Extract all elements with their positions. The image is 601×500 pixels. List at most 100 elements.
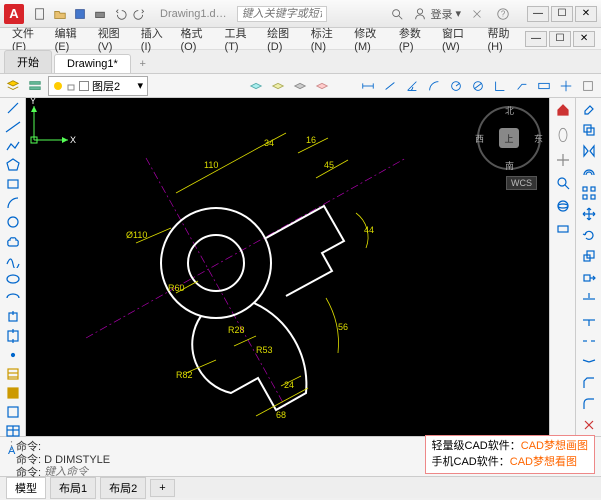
dim-linear-icon[interactable] <box>359 77 377 95</box>
rotate-icon[interactable] <box>579 226 599 244</box>
menu-insert[interactable]: 插入(I) <box>135 23 173 55</box>
tab-drawing1[interactable]: Drawing1* <box>54 54 131 73</box>
wcs-badge[interactable]: WCS <box>506 176 537 190</box>
erase-icon[interactable] <box>579 100 599 118</box>
dim-center-icon[interactable] <box>557 77 575 95</box>
layer-selector[interactable]: 图层2 ▾ <box>48 76 148 96</box>
show-motion-icon[interactable] <box>553 219 573 239</box>
copy-icon[interactable] <box>579 121 599 139</box>
move-icon[interactable] <box>579 205 599 223</box>
tab-layout2[interactable]: 布局2 <box>100 477 146 499</box>
dim-tolerance-icon[interactable] <box>535 77 553 95</box>
redo-icon[interactable] <box>131 5 149 23</box>
layer-lock-icon[interactable] <box>313 77 331 95</box>
full-nav-wheel-icon[interactable] <box>553 123 573 147</box>
tab-model[interactable]: 模型 <box>6 477 46 499</box>
menu-draw[interactable]: 绘图(D) <box>261 23 303 55</box>
array-icon[interactable] <box>579 184 599 202</box>
extend-icon[interactable] <box>579 311 599 329</box>
tab-layout1[interactable]: 布局1 <box>50 477 96 499</box>
dim-style-icon[interactable] <box>579 77 597 95</box>
fillet-icon[interactable] <box>579 395 599 413</box>
view-compass[interactable]: 北 南 东 西 上 <box>477 106 541 170</box>
trim-icon[interactable] <box>579 290 599 308</box>
gradient-tool-icon[interactable] <box>3 385 23 401</box>
arc-tool-icon[interactable] <box>3 195 23 211</box>
layer-manager-icon[interactable] <box>4 77 22 95</box>
exchange-icon[interactable] <box>468 5 486 23</box>
drawing-canvas[interactable]: 110 34 16 45 44 Ø110 R60 56 R53 R82 68 2… <box>26 98 549 436</box>
command-grip-icon[interactable]: ⋮ <box>6 439 16 452</box>
menu-format[interactable]: 格式(O) <box>174 23 216 55</box>
help-icon[interactable]: ? <box>494 5 512 23</box>
maximize-button[interactable]: ☐ <box>551 6 573 22</box>
search-icon[interactable] <box>388 5 406 23</box>
open-file-icon[interactable] <box>51 5 69 23</box>
pan-icon[interactable] <box>553 150 573 170</box>
menu-edit[interactable]: 编辑(E) <box>49 23 90 55</box>
child-maximize-button[interactable]: ☐ <box>549 31 571 47</box>
new-file-icon[interactable] <box>31 5 49 23</box>
compass-top[interactable]: 上 <box>499 128 519 148</box>
polyline-tool-icon[interactable] <box>3 138 23 154</box>
dim-arc-icon[interactable] <box>425 77 443 95</box>
make-block-icon[interactable] <box>3 328 23 344</box>
layer-iso-icon[interactable] <box>247 77 265 95</box>
offset-icon[interactable] <box>579 163 599 181</box>
tab-new-button[interactable]: + <box>133 55 153 73</box>
child-close-button[interactable]: ✕ <box>573 31 595 47</box>
insert-block-icon[interactable] <box>3 309 23 325</box>
dim-44: 44 <box>364 225 374 235</box>
break-icon[interactable] <box>579 332 599 350</box>
construction-line-icon[interactable] <box>3 119 23 135</box>
spline-tool-icon[interactable] <box>3 252 23 268</box>
layer-freeze-icon[interactable] <box>291 77 309 95</box>
menu-window[interactable]: 窗口(W) <box>436 23 480 55</box>
dim-ordinate-icon[interactable] <box>491 77 509 95</box>
login-button[interactable]: 登录 ▾ <box>413 6 461 22</box>
zoom-extents-icon[interactable] <box>553 173 573 193</box>
dim-leader-icon[interactable] <box>513 77 531 95</box>
close-button[interactable]: ✕ <box>575 6 597 22</box>
explode-icon[interactable] <box>579 416 599 434</box>
save-icon[interactable] <box>71 5 89 23</box>
menu-view[interactable]: 视图(V) <box>92 23 133 55</box>
menu-dimension[interactable]: 标注(N) <box>305 23 347 55</box>
print-icon[interactable] <box>91 5 109 23</box>
help-search-input[interactable] <box>237 6 327 22</box>
region-tool-icon[interactable] <box>3 404 23 420</box>
revision-cloud-icon[interactable] <box>3 233 23 249</box>
menu-tools[interactable]: 工具(T) <box>219 23 260 55</box>
layer-states-icon[interactable] <box>26 77 44 95</box>
dim-diameter-icon[interactable] <box>469 77 487 95</box>
dim-aligned-icon[interactable] <box>381 77 399 95</box>
circle-tool-icon[interactable] <box>3 214 23 230</box>
nav-toolbar <box>549 98 575 436</box>
scale-icon[interactable] <box>579 247 599 265</box>
chamfer-icon[interactable] <box>579 374 599 392</box>
dim-angular-icon[interactable] <box>403 77 421 95</box>
rectangle-tool-icon[interactable] <box>3 176 23 192</box>
line-tool-icon[interactable] <box>3 100 23 116</box>
tab-start[interactable]: 开始 <box>4 50 52 73</box>
ellipse-arc-icon[interactable] <box>3 290 23 306</box>
menu-modify[interactable]: 修改(M) <box>348 23 391 55</box>
dim-radius-icon[interactable] <box>447 77 465 95</box>
layer-off-icon[interactable] <box>269 77 287 95</box>
orbit-icon[interactable] <box>553 196 573 216</box>
menu-help[interactable]: 帮助(H) <box>481 23 523 55</box>
polygon-tool-icon[interactable] <box>3 157 23 173</box>
menu-param[interactable]: 参数(P) <box>393 23 434 55</box>
home-view-icon[interactable] <box>553 100 573 120</box>
point-tool-icon[interactable] <box>3 347 23 363</box>
stretch-icon[interactable] <box>579 269 599 287</box>
child-minimize-button[interactable]: — <box>525 31 547 47</box>
undo-icon[interactable] <box>111 5 129 23</box>
tab-layout-add[interactable]: + <box>150 479 174 497</box>
minimize-button[interactable]: — <box>527 6 549 22</box>
ellipse-tool-icon[interactable] <box>3 271 23 287</box>
join-icon[interactable] <box>579 353 599 371</box>
user-icon <box>413 7 427 21</box>
mirror-icon[interactable] <box>579 142 599 160</box>
hatch-tool-icon[interactable] <box>3 366 23 382</box>
